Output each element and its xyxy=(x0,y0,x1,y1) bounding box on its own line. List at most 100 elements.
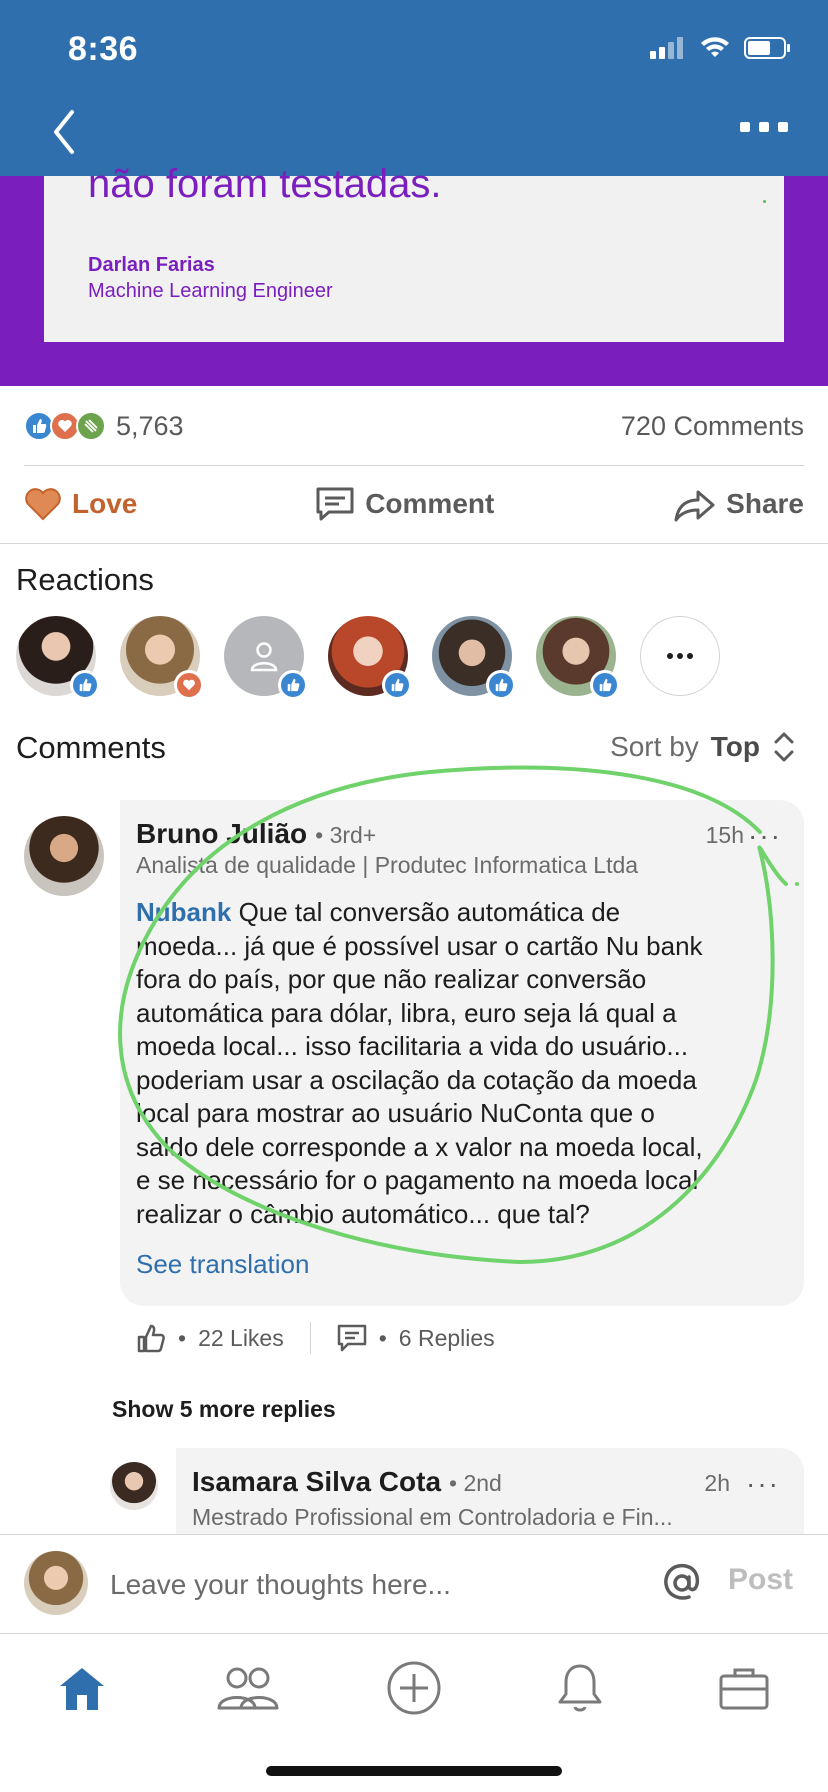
comment-author-avatar[interactable] xyxy=(24,816,104,896)
post-quote: não foram testadas. xyxy=(88,162,442,206)
reactor-avatar[interactable] xyxy=(432,616,516,700)
home-icon xyxy=(60,1668,104,1710)
jobs-icon xyxy=(719,1668,769,1710)
reaction-summary[interactable]: 5,763 xyxy=(24,411,184,442)
person-placeholder-icon xyxy=(250,642,278,672)
post-button[interactable]: Post xyxy=(728,1563,793,1597)
comment-icon[interactable] xyxy=(337,1324,367,1352)
comment-text: Nubank Que tal conversão automática de m… xyxy=(136,896,792,1231)
comment-button[interactable]: Comment xyxy=(315,486,494,522)
bottom-nav xyxy=(0,1634,828,1792)
status-icons xyxy=(650,36,792,60)
sort-selector[interactable]: Sort by Top xyxy=(610,730,796,764)
social-counts: 5,763 720 Comments xyxy=(24,404,804,448)
comment-author-name[interactable]: Bruno Julião xyxy=(136,818,307,850)
post-author-role: Machine Learning Engineer xyxy=(88,280,333,302)
like-icon xyxy=(382,670,412,700)
post-author-name: Darlan Farias xyxy=(88,254,215,276)
comment-header: Bruno Julião • 3rd+ xyxy=(136,818,376,850)
sort-value: Top xyxy=(710,731,760,762)
comment-line: realizar o câmbio automático... que tal? xyxy=(136,1198,590,1229)
comment-line: moeda... já que é possível usar o cartão… xyxy=(136,930,703,961)
reactors-list xyxy=(16,616,720,700)
post-image[interactable]: não foram testadas. Darlan Farias Machin… xyxy=(0,162,828,386)
like-icon xyxy=(278,670,308,700)
see-translation-link[interactable]: See translation xyxy=(136,1249,309,1280)
status-time: 8:36 xyxy=(68,30,139,68)
reply-header: Isamara Silva Cota • 2nd xyxy=(192,1466,502,1498)
comment-label: Comment xyxy=(365,488,495,519)
like-icon xyxy=(70,670,100,700)
comment-line: e se necessário for o pagamento na moeda… xyxy=(136,1165,699,1195)
sort-icon xyxy=(774,732,794,762)
reply-time: 2h xyxy=(704,1470,730,1496)
replies-count[interactable]: 6 Replies xyxy=(399,1325,495,1352)
like-icon[interactable] xyxy=(136,1323,166,1353)
celebrate-icon xyxy=(76,411,106,441)
comment-line: automática para dólar, libra, euro seja … xyxy=(136,997,677,1028)
share-button[interactable]: Share xyxy=(672,486,804,522)
reply-author-headline: Mestrado Profissional em Controladoria e… xyxy=(192,1504,673,1530)
more-icon[interactable] xyxy=(740,122,788,132)
divider xyxy=(309,1322,311,1354)
nav-notifications[interactable] xyxy=(548,1656,612,1720)
comment-line: saldo dele corresponde a x valor na moed… xyxy=(136,1131,703,1162)
reactor-avatar[interactable] xyxy=(16,616,100,700)
reply-more-button[interactable]: ··· xyxy=(746,1468,780,1500)
reply-author-name[interactable]: Isamara Silva Cota xyxy=(192,1466,441,1498)
back-icon[interactable] xyxy=(50,108,78,156)
bullet: • xyxy=(378,1324,387,1351)
comment-time: 15h xyxy=(705,822,744,848)
top-bar: 8:36 xyxy=(0,0,828,176)
reactor-avatar[interactable] xyxy=(328,616,412,700)
connection-degree: • 2nd xyxy=(449,1470,502,1496)
reactions-title: Reactions xyxy=(16,562,154,597)
reactor-avatar[interactable] xyxy=(120,616,204,700)
comment-input[interactable] xyxy=(110,1561,630,1609)
comments-count[interactable]: 720 Comments xyxy=(621,411,804,442)
battery-icon xyxy=(744,37,790,59)
connection-degree: • 3rd+ xyxy=(315,822,377,848)
comment-actions: • 22 Likes • 6 Replies xyxy=(136,1322,495,1354)
comment-line: fora do país, por que não realizar conve… xyxy=(136,964,647,994)
more-reactors-button[interactable] xyxy=(640,616,720,696)
bullet: • xyxy=(178,1324,187,1351)
decoration-dot xyxy=(763,200,766,203)
sort-label: Sort by xyxy=(610,731,699,762)
comment-icon xyxy=(316,487,354,521)
current-user-avatar[interactable] xyxy=(24,1551,88,1615)
show-more-replies-link[interactable]: Show 5 more replies xyxy=(112,1396,336,1423)
love-button[interactable]: Love xyxy=(24,487,137,521)
comment-author-headline: Analista de qualidade | Produtec Informa… xyxy=(136,852,639,878)
comment-line: moeda local... isso facilitaria a vida d… xyxy=(136,1031,689,1061)
nav-post[interactable] xyxy=(382,1656,446,1720)
action-bar: Love Comment Share xyxy=(24,478,804,530)
post-quote-card: não foram testadas. Darlan Farias Machin… xyxy=(44,162,784,342)
comment-line: poderiam usar a oscilação da cotação da … xyxy=(136,1064,697,1095)
share-label: Share xyxy=(726,488,804,519)
mention-link[interactable]: Nubank xyxy=(136,897,231,927)
nav-jobs[interactable] xyxy=(712,1656,776,1720)
reactor-avatar[interactable] xyxy=(224,616,308,700)
network-icon xyxy=(217,1667,279,1710)
at-icon[interactable] xyxy=(660,1561,704,1605)
reply-author-avatar[interactable] xyxy=(110,1462,158,1510)
home-indicator xyxy=(266,1766,562,1776)
like-icon xyxy=(590,670,620,700)
signal-icon xyxy=(650,37,683,59)
love-icon xyxy=(174,670,204,700)
more-icon xyxy=(667,653,693,659)
nav-home[interactable] xyxy=(50,1656,114,1720)
divider xyxy=(0,543,828,544)
reaction-icons xyxy=(24,411,106,441)
nav-network[interactable] xyxy=(216,1656,280,1720)
comments-title: Comments xyxy=(16,730,166,765)
reactor-avatar[interactable] xyxy=(536,616,620,700)
comment-line: local para mostrar ao usuário NuConta qu… xyxy=(136,1098,655,1128)
comment-bubble: Bruno Julião • 3rd+ 15h ··· Analista de … xyxy=(120,800,804,1306)
add-post-icon xyxy=(387,1661,441,1715)
reaction-count: 5,763 xyxy=(116,410,184,441)
comment-more-button[interactable]: ··· xyxy=(748,820,782,852)
notifications-icon xyxy=(558,1664,602,1712)
likes-count[interactable]: 22 Likes xyxy=(198,1325,284,1352)
